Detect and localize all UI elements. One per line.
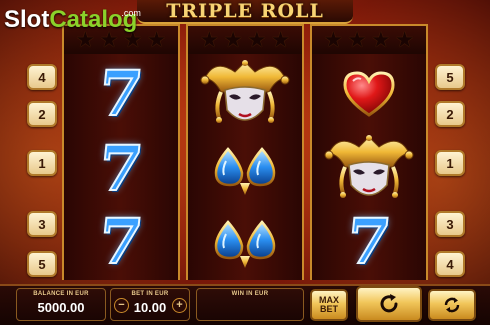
star-icon: ★ (347, 28, 367, 53)
balance-panel: BALANCE IN EUR 5000.00 (16, 288, 106, 321)
seven-symbol: 7 (95, 56, 148, 131)
win-panel: WIN IN EUR (196, 288, 304, 321)
jester-icon (200, 59, 290, 123)
bet-decrease-button[interactable]: − (114, 298, 129, 313)
jester-symbol (312, 131, 426, 206)
payline-marker-right[interactable]: 2 (435, 101, 465, 127)
payline-marker-left[interactable]: 3 (27, 211, 57, 237)
star-icon: ★ (223, 28, 243, 53)
reel-1: 7 7 7 (62, 54, 180, 280)
heart-symbol (312, 56, 426, 131)
spade-symbol (188, 204, 302, 279)
max-bet-label: MAX BET (319, 296, 339, 314)
seven-symbol: 7 (343, 204, 396, 279)
spade-icon (214, 219, 276, 268)
payline-marker-left[interactable]: 5 (27, 251, 57, 277)
spade-icon (214, 146, 276, 195)
reel-3: 7 (310, 54, 428, 280)
balance-label: BALANCE IN EUR (33, 291, 89, 297)
slotcatalog-watermark: Slot Catalog .com (4, 6, 141, 40)
reel-2 (186, 54, 304, 280)
balance-value: 5000.00 (37, 300, 85, 315)
star-icon: ★ (371, 28, 391, 53)
heart-icon (343, 70, 395, 117)
watermark-com: .com (121, 8, 141, 18)
payline-marker-left[interactable]: 1 (27, 150, 57, 176)
bet-increase-button[interactable]: + (172, 298, 187, 313)
max-bet-button[interactable]: MAX BET (310, 289, 348, 321)
jester-icon (324, 134, 414, 198)
jester-symbol (188, 56, 302, 131)
seven-symbol: 7 (95, 131, 148, 206)
star-icon: ★ (323, 28, 344, 53)
payline-marker-left[interactable]: 2 (27, 101, 57, 127)
spin-icon (380, 294, 398, 313)
watermark-slot: Slot (4, 6, 50, 33)
game-title-banner: TRIPLE ROLL (137, 0, 353, 24)
star-icon: ★ (270, 28, 291, 53)
star-icon: ★ (146, 28, 167, 53)
star-strip-2: ★ ★ ★ ★ (186, 24, 304, 56)
spade-symbol (188, 131, 302, 206)
max-bet-line2: BET (320, 304, 338, 314)
game-title: TRIPLE ROLL (166, 0, 324, 22)
star-icon: ★ (247, 28, 267, 53)
spin-button[interactable] (356, 286, 422, 322)
seven-symbol: 7 (95, 204, 148, 279)
win-label: WIN IN EUR (231, 291, 269, 297)
autoplay-button[interactable] (428, 289, 476, 321)
payline-marker-right[interactable]: 4 (435, 251, 465, 277)
payline-marker-right[interactable]: 5 (435, 64, 465, 90)
star-strip-3: ★ ★ ★ ★ (310, 24, 428, 56)
star-icon: ★ (199, 28, 220, 53)
payline-marker-right[interactable]: 3 (435, 211, 465, 237)
star-icon: ★ (394, 28, 415, 53)
payline-marker-right[interactable]: 1 (435, 150, 465, 176)
bet-label: BET IN EUR (131, 291, 169, 297)
payline-marker-left[interactable]: 4 (27, 64, 57, 90)
autoplay-icon (444, 297, 460, 313)
